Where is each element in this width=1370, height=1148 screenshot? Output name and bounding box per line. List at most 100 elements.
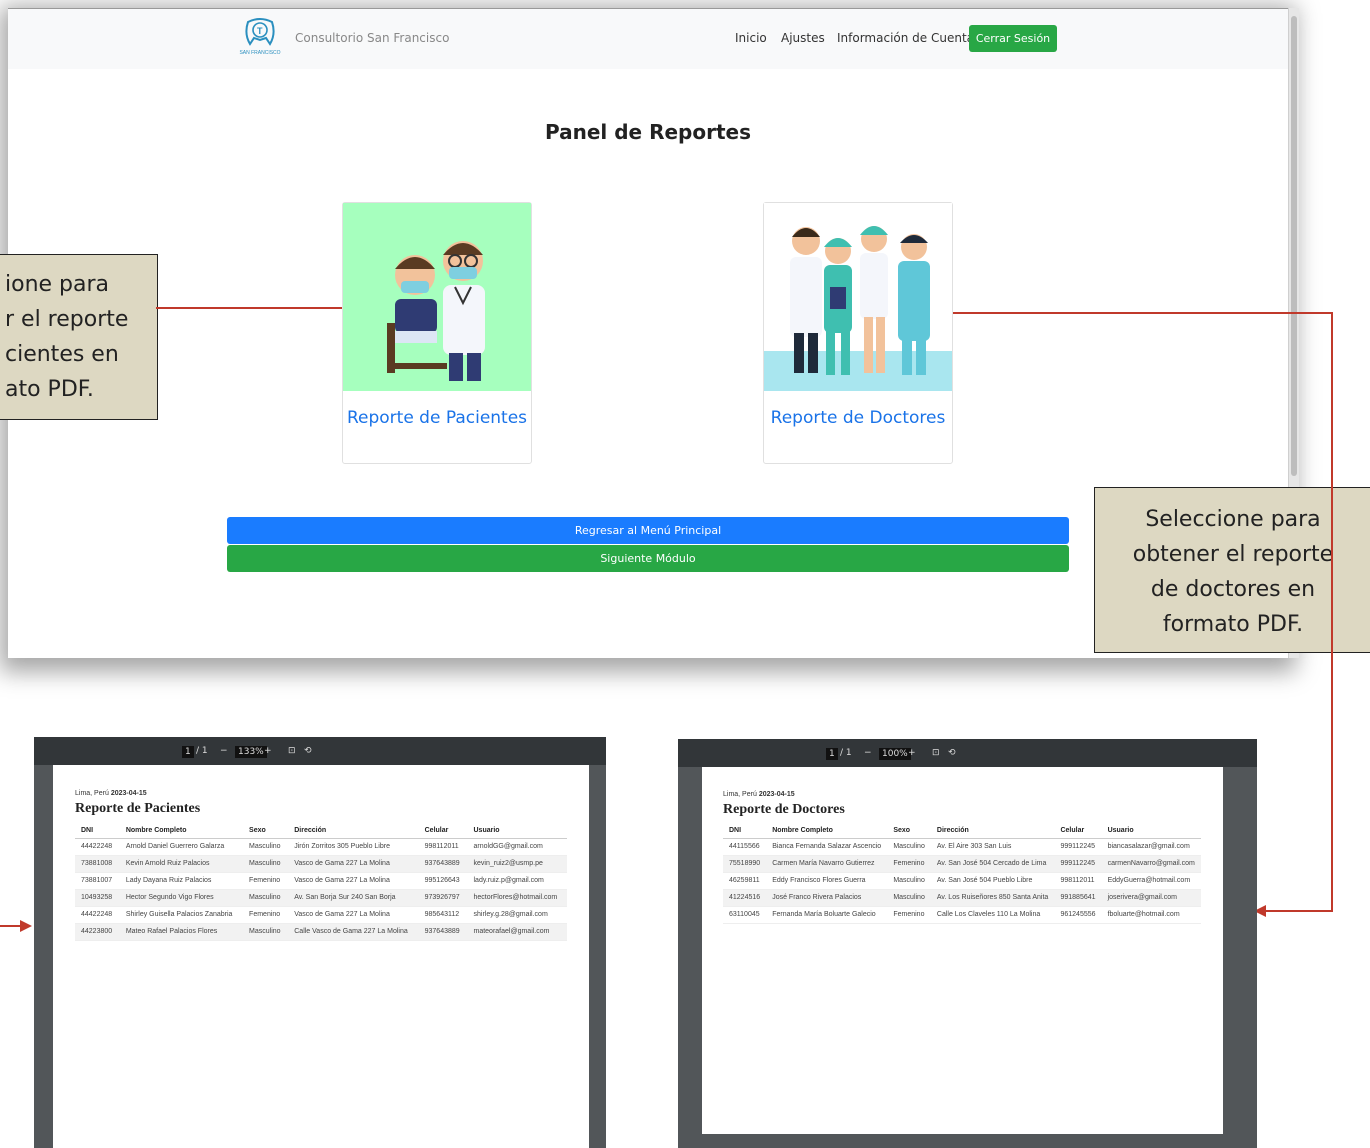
- patients-table: DNI Nombre Completo Sexo Dirección Celular Us…: [75, 823, 567, 941]
- table-cell: Calle Los Claveles 110 La Molina: [930, 906, 1055, 924]
- callout-doctors: Seleccione para obtener el reporte de do…: [1094, 487, 1370, 653]
- column-header: Usuario: [467, 823, 567, 839]
- table-cell: Vasco de Gama 227 La Molina: [288, 855, 419, 873]
- table-cell: 44223800: [75, 923, 120, 941]
- connector-doctors-vertical: [1331, 312, 1333, 912]
- table-cell: 937643889: [418, 855, 468, 873]
- table-cell: Jirón Zorritos 305 Pueblo Libre: [288, 838, 419, 856]
- table-row: 73881007 Lady Dayana Ruiz Palacios Femenin…: [75, 872, 567, 890]
- pdf-page: Lima, Perú 2023-04-15 Reporte de Pacient…: [53, 765, 589, 1148]
- table-row: 46259811 Eddy Francisco Flores Guerra Masc…: [723, 872, 1201, 890]
- table-cell: biancasalazar@gmail.com: [1101, 838, 1201, 856]
- table-cell: Masculino: [243, 923, 289, 941]
- nav-link-ajustes[interactable]: Ajustes: [781, 31, 825, 45]
- connector-doctors-top: [953, 312, 1333, 314]
- fit-page-icon[interactable]: ⊡: [932, 748, 940, 758]
- pdf-toolbar: 1 / 1 − 100% + ⊡ ⟲: [678, 739, 1257, 767]
- table-cell: 63110045: [723, 906, 767, 924]
- column-header: DNI: [75, 823, 120, 839]
- page-number-input[interactable]: 1: [826, 748, 838, 760]
- back-to-menu-button[interactable]: Regresar al Menú Principal: [227, 517, 1069, 544]
- table-cell: arnoldGG@gmail.com: [467, 838, 567, 856]
- brand-name[interactable]: Consultorio San Francisco: [295, 31, 449, 45]
- page-total: / 1: [196, 746, 208, 756]
- table-header-row: DNI Nombre Completo Sexo Dirección Celular Us…: [723, 823, 1201, 839]
- column-header: Sexo: [243, 823, 289, 839]
- table-cell: Masculino: [887, 838, 931, 856]
- table-cell: Arnold Daniel Guerrero Galarza: [119, 838, 244, 856]
- callout-patients-line-1: ione para: [5, 272, 110, 297]
- column-header: Usuario: [1101, 823, 1201, 839]
- table-cell: Femenino: [243, 906, 289, 924]
- zoom-level[interactable]: 100%: [879, 748, 911, 760]
- scrollbar-thumb[interactable]: [1291, 16, 1297, 476]
- column-header: Dirección: [930, 823, 1055, 839]
- svg-text:T: T: [257, 26, 263, 36]
- table-cell: Av. Los Ruiseñores 850 Santa Anita: [930, 889, 1055, 907]
- zoom-in-icon[interactable]: +: [264, 746, 272, 756]
- column-header: Nombre Completo: [766, 823, 888, 839]
- report-date: 2023-04-15: [758, 791, 795, 798]
- nav-link-account-info[interactable]: Información de Cuenta: [837, 31, 974, 45]
- logout-button[interactable]: Cerrar Sesión: [969, 25, 1057, 52]
- table-cell: 973926797: [418, 889, 468, 907]
- table-cell: carmenNavarro@gmail.com: [1101, 855, 1201, 873]
- page-title: Panel de Reportes: [545, 120, 751, 144]
- table-row: 41224516 José Franco Rivera Palacios Mascu…: [723, 889, 1201, 907]
- table-cell: 41224516: [723, 889, 767, 907]
- table-cell: 44422248: [75, 838, 120, 856]
- page-total: / 1: [840, 748, 852, 758]
- table-cell: Carmen María Navarro Gutierrez: [766, 855, 888, 873]
- table-row: 10493258 Hector Segundo Vigo Flores Mascul…: [75, 889, 567, 907]
- fit-page-icon[interactable]: ⊡: [288, 746, 296, 756]
- rotate-icon[interactable]: ⟲: [948, 748, 956, 758]
- table-cell: 75518990: [723, 855, 767, 873]
- table-cell: 73881008: [75, 855, 120, 873]
- table-row: 44422248 Arnold Daniel Guerrero Galarza Ma…: [75, 838, 567, 856]
- callout-patients-line-2: r el reporte: [5, 307, 129, 332]
- table-cell: 961245556: [1054, 906, 1102, 924]
- doctors-report-card[interactable]: Reporte de Doctores: [763, 202, 953, 464]
- column-header: DNI: [723, 823, 767, 839]
- nav-link-inicio[interactable]: Inicio: [735, 31, 767, 45]
- table-cell: 46259811: [723, 872, 767, 890]
- pdf-viewer-doctors: 1 / 1 − 100% + ⊡ ⟲ Lima, Perú 2023-04-15…: [678, 739, 1257, 1148]
- table-cell: Av. El Aire 303 San Luis: [930, 838, 1055, 856]
- logo-text: SAN FRANCISCO: [239, 50, 280, 56]
- table-cell: EddyGuerra@hotmail.com: [1101, 872, 1201, 890]
- arrow-right-icon: [20, 920, 32, 932]
- callout-doctors-line-2: obtener el reporte: [1132, 542, 1334, 567]
- report-place: Lima, Perú: [75, 790, 109, 797]
- zoom-out-icon[interactable]: −: [864, 748, 872, 758]
- table-cell: Av. San José 504 Pueblo Libre: [930, 872, 1055, 890]
- navbar: [8, 8, 1288, 69]
- patients-report-label[interactable]: Reporte de Pacientes: [343, 408, 531, 429]
- patients-report-card[interactable]: Reporte de Pacientes: [342, 202, 532, 464]
- rotate-icon[interactable]: ⟲: [304, 746, 312, 756]
- table-cell: 73881007: [75, 872, 120, 890]
- table-header-row: DNI Nombre Completo Sexo Dirección Celular Us…: [75, 823, 567, 839]
- pdf-page: Lima, Perú 2023-04-15 Reporte de Doctore…: [702, 767, 1223, 1134]
- table-cell: Vasco de Gama 227 La Molina: [288, 872, 419, 890]
- table-cell: hectorFlores@hotmail.com: [467, 889, 567, 907]
- zoom-in-icon[interactable]: +: [908, 748, 916, 758]
- table-cell: 998112011: [418, 838, 468, 856]
- table-cell: 999112245: [1054, 838, 1102, 856]
- table-cell: Hector Segundo Vigo Flores: [119, 889, 244, 907]
- callout-patients: ione para r el reporte cientes en ato PD…: [0, 254, 158, 420]
- page-number-input[interactable]: 1: [182, 746, 194, 758]
- table-cell: 999112245: [1054, 855, 1102, 873]
- table-cell: Kevin Arnold Ruiz Palacios: [119, 855, 244, 873]
- table-cell: kevin_ruiz2@usmp.pe: [467, 855, 567, 873]
- table-cell: lady.ruiz.p@gmail.com: [467, 872, 567, 890]
- table-cell: Shirley Guisella Palacios Zanabria: [119, 906, 244, 924]
- clinic-logo[interactable]: T SAN FRANCISCO: [236, 14, 284, 62]
- zoom-level[interactable]: 133%: [235, 746, 267, 758]
- table-cell: Fernanda María Boluarte Galecio: [766, 906, 888, 924]
- table-cell: Mateo Rafael Palacios Flores: [119, 923, 244, 941]
- doctors-report-label[interactable]: Reporte de Doctores: [764, 408, 952, 429]
- connector-patients: [156, 307, 342, 309]
- zoom-out-icon[interactable]: −: [220, 746, 228, 756]
- column-header: Nombre Completo: [119, 823, 244, 839]
- next-module-button[interactable]: Siguiente Módulo: [227, 545, 1069, 572]
